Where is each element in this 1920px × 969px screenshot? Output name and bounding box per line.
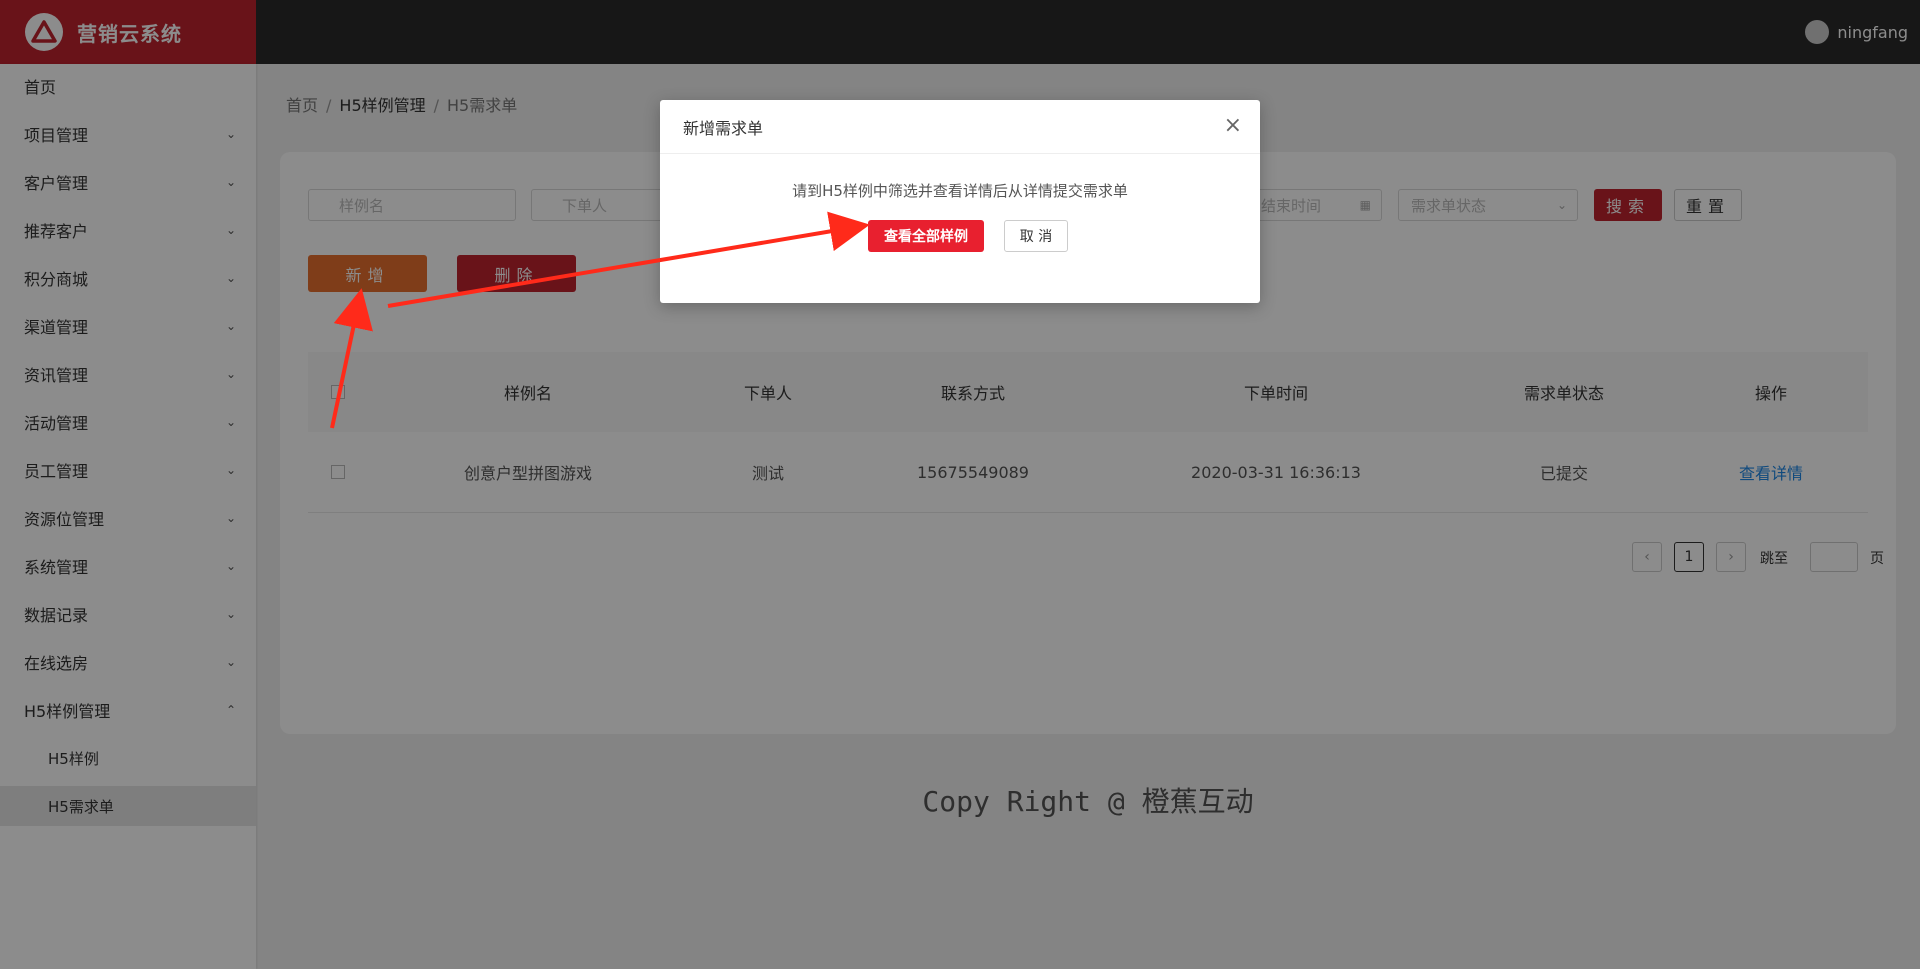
modal-title: 新增需求单 [660, 100, 1260, 154]
cancel-button[interactable]: 取 消 [1004, 220, 1068, 252]
view-all-samples-button[interactable]: 查看全部样例 [868, 220, 984, 252]
new-order-modal: 新增需求单 × 请到H5样例中筛选并查看详情后从详情提交需求单 查看全部样例 取… [660, 100, 1260, 303]
close-icon[interactable]: × [1224, 114, 1242, 138]
modal-message: 请到H5样例中筛选并查看详情后从详情提交需求单 [792, 182, 1128, 200]
